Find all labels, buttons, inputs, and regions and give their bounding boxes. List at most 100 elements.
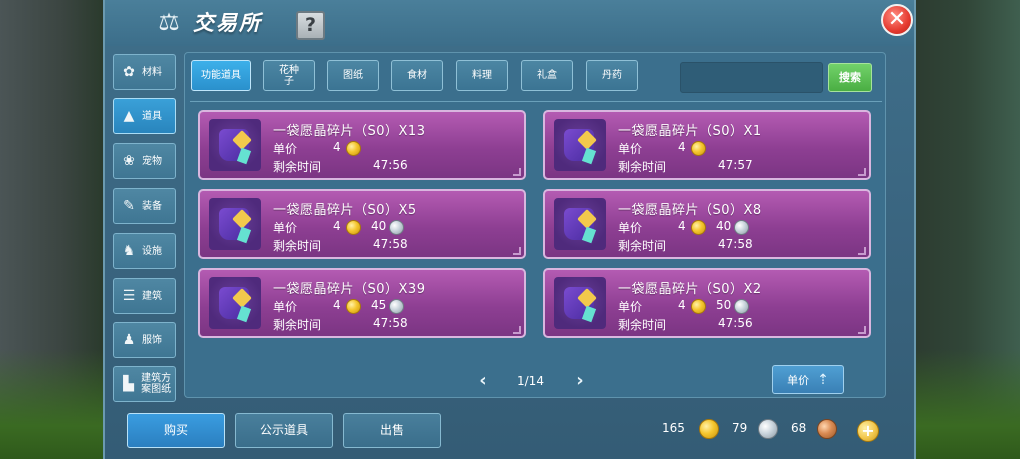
price-gold: 4 <box>333 219 341 233</box>
price-silver: 40 <box>716 219 732 233</box>
sidebar-item-label: 建筑方案图纸 <box>141 373 172 395</box>
time-left: 47:56 <box>373 158 408 172</box>
listing-name: 一袋愿晶碎片（S0）X1 <box>618 124 762 139</box>
price-gold: 4 <box>678 140 686 154</box>
time-left: 47:57 <box>718 158 753 172</box>
price-silver: 40 <box>371 219 387 233</box>
add-currency-button[interactable]: + <box>857 420 879 442</box>
scales-icon: ⚖ <box>158 8 180 36</box>
gold-coin-icon <box>346 220 361 235</box>
pet-icon: ❀ <box>123 153 135 169</box>
bronze-balance: 68 <box>791 421 807 435</box>
sidebar-item-label: 道具 <box>142 110 162 122</box>
silver-coin-icon <box>734 220 749 235</box>
sidebar-item-label: 设施 <box>142 245 162 257</box>
gold-coin-icon <box>346 141 361 156</box>
gold-coin-icon <box>346 299 361 314</box>
tab-ingredients[interactable]: 食材 <box>391 60 443 91</box>
corner-decoration <box>858 168 866 176</box>
tab-functional-items[interactable]: 功能道具 <box>191 60 251 91</box>
item-thumbnail <box>554 198 606 250</box>
tab-label: 食材 <box>407 70 427 81</box>
time-left-label: 剩余时间 <box>273 239 322 253</box>
corner-decoration <box>513 247 521 255</box>
tab-label: 功能道具 <box>201 70 241 81</box>
time-left: 47:58 <box>373 316 408 330</box>
item-thumbnail <box>554 277 606 329</box>
blueprint-icon: ▙ <box>123 376 134 392</box>
silver-coin-icon <box>389 220 404 235</box>
sidebar-item-blueprints[interactable]: ▙ 建筑方案图纸 <box>113 366 176 402</box>
tab-gift-boxes[interactable]: 礼盒 <box>521 60 573 91</box>
title-bar: ⚖ 交易所 ? ✕ <box>105 0 914 46</box>
tab-flower-seeds[interactable]: 花种子 <box>263 60 315 91</box>
sidebar-item-facilities[interactable]: ♞ 设施 <box>113 233 176 269</box>
sell-button[interactable]: 出售 <box>343 413 441 448</box>
sidebar-item-label: 服饰 <box>142 334 162 346</box>
clothing-icon: ♟ <box>122 332 136 348</box>
item-thumbnail <box>209 119 261 171</box>
price-gold: 4 <box>333 298 341 312</box>
sort-label: 单价 <box>787 373 810 387</box>
time-left: 47:56 <box>718 316 753 330</box>
sort-arrow-icon: ⇡ <box>817 371 829 388</box>
buy-button[interactable]: 购买 <box>127 413 225 448</box>
tab-elixirs[interactable]: 丹药 <box>586 60 638 91</box>
price-label: 单价 <box>273 221 298 235</box>
search-input[interactable] <box>680 62 823 93</box>
public-items-button[interactable]: 公示道具 <box>235 413 333 448</box>
price-label: 单价 <box>273 142 298 156</box>
sidebar-item-clothing[interactable]: ♟ 服饰 <box>113 322 176 358</box>
next-page-icon[interactable]: › <box>572 372 588 390</box>
corner-decoration <box>858 247 866 255</box>
time-left-label: 剩余时间 <box>618 239 667 253</box>
price-label: 单价 <box>618 142 643 156</box>
price-label: 单价 <box>618 300 643 314</box>
listing-card[interactable]: 一袋愿晶碎片（S0）X2 单价 4 50 剩余时间 47:56 <box>543 268 871 338</box>
gold-coin-icon <box>691 299 706 314</box>
sidebar-item-equipment[interactable]: ✎ 装备 <box>113 188 176 224</box>
window-title: 交易所 <box>193 11 262 35</box>
search-button[interactable]: 搜索 <box>828 63 872 92</box>
listing-card[interactable]: 一袋愿晶碎片（S0）X13 单价 4 剩余时间 47:56 <box>198 110 526 180</box>
tab-label: 丹药 <box>602 70 622 81</box>
time-left-label: 剩余时间 <box>618 318 667 332</box>
listing-card[interactable]: 一袋愿晶碎片（S0）X1 单价 4 剩余时间 47:57 <box>543 110 871 180</box>
gold-coin-icon <box>691 220 706 235</box>
tab-blueprints[interactable]: 图纸 <box>327 60 379 91</box>
listing-card[interactable]: 一袋愿晶碎片（S0）X39 单价 4 45 剩余时间 47:58 <box>198 268 526 338</box>
listing-card[interactable]: 一袋愿晶碎片（S0）X8 单价 4 40 剩余时间 47:58 <box>543 189 871 259</box>
price-gold: 4 <box>678 219 686 233</box>
previous-page-icon[interactable]: ‹ <box>475 372 491 390</box>
listing-panel: 功能道具 花种子 图纸 食材 料理 礼盒 丹药 搜索 一袋愿晶碎片（S0）X13… <box>184 52 886 398</box>
sidebar-item-materials[interactable]: ✿ 材料 <box>113 54 176 90</box>
silver-coin-icon <box>389 299 404 314</box>
sidebar-item-label: 材料 <box>142 66 162 78</box>
sidebar-item-buildings[interactable]: ☰ 建筑 <box>113 278 176 314</box>
item-thumbnail <box>209 277 261 329</box>
listing-name: 一袋愿晶碎片（S0）X8 <box>618 203 762 218</box>
divider <box>190 101 882 102</box>
listing-card[interactable]: 一袋愿晶碎片（S0）X5 单价 4 40 剩余时间 47:58 <box>198 189 526 259</box>
close-button[interactable]: ✕ <box>881 4 913 36</box>
tab-label: 花种子 <box>279 64 299 87</box>
exchange-window: ⚖ 交易所 ? ✕ ✿ 材料 ▲ 道具 ❀ 宠物 ✎ 装备 ♞ 设施 ☰ 建筑 <box>103 0 916 459</box>
time-left-label: 剩余时间 <box>273 160 322 174</box>
tab-cuisine[interactable]: 料理 <box>456 60 508 91</box>
tab-label: 图纸 <box>343 70 363 81</box>
sort-by-price-button[interactable]: 单价 ⇡ <box>772 365 844 394</box>
silver-coin-icon <box>758 419 778 439</box>
tab-label: 礼盒 <box>537 70 557 81</box>
building-icon: ☰ <box>122 288 136 304</box>
sidebar-item-pets[interactable]: ❀ 宠物 <box>113 143 176 179</box>
sidebar-item-items[interactable]: ▲ 道具 <box>113 98 176 134</box>
time-left-label: 剩余时间 <box>618 160 667 174</box>
tab-label: 料理 <box>472 70 492 81</box>
price-silver: 50 <box>716 298 732 312</box>
corner-decoration <box>858 326 866 334</box>
facility-icon: ♞ <box>122 243 136 259</box>
help-button[interactable]: ? <box>296 11 325 40</box>
gold-coin-icon <box>691 141 706 156</box>
sidebar-item-label: 装备 <box>142 200 162 212</box>
time-left-label: 剩余时间 <box>273 318 322 332</box>
